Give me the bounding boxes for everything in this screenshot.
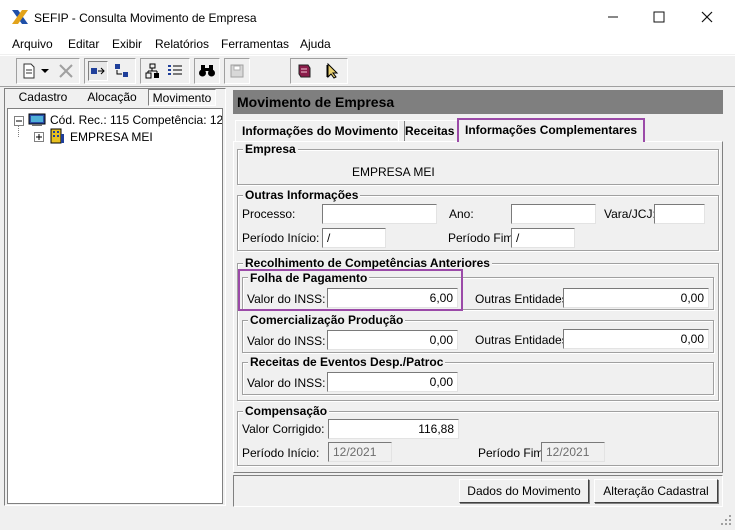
processo-label: Processo: (242, 207, 296, 221)
vara-label: Vara/JCJ: (604, 207, 656, 221)
periodo-fim-field[interactable]: / (511, 228, 575, 248)
empresa-name: EMPRESA MEI (352, 165, 435, 179)
alteracao-cadastral-button[interactable]: Alteração Cadastral (594, 479, 718, 503)
minimize-icon[interactable] (590, 0, 636, 34)
binoculars-icon[interactable] (197, 61, 217, 81)
tab-receitas[interactable]: Receitas (398, 120, 462, 141)
comercializacao-valor-inss-field[interactable]: 0,00 (327, 330, 458, 350)
move-right-icon[interactable] (88, 61, 108, 81)
compensacao-periodo-inicio-label: Período Início: (242, 446, 320, 460)
folha-valor-inss-label: Valor do INSS: (247, 292, 326, 306)
tab-informacoes-movimento[interactable]: Informações do Movimento (235, 120, 406, 141)
book-icon[interactable] (294, 61, 314, 81)
periodo-fim-label: Período Fim: (448, 231, 517, 245)
dropdown-arrow-icon[interactable] (38, 61, 52, 81)
periodo-inicio-field[interactable]: / (322, 228, 386, 248)
receitas-eventos-valor-inss-label: Valor do INSS: (247, 376, 326, 390)
sefip-x-logo-icon (11, 9, 29, 25)
tab-cadastro[interactable]: Cadastro (12, 89, 74, 106)
compensacao-periodo-inicio-field[interactable]: 12/2021 (328, 442, 392, 462)
periodo-inicio-label: Período Início: (242, 231, 320, 245)
resize-grip-icon[interactable] (720, 514, 732, 529)
folha-outras-label: Outras Entidades: (475, 292, 572, 306)
menu-arquivo[interactable]: Arquivo (12, 37, 53, 51)
receitas-eventos-label: Receitas de Eventos Desp./Patroc (248, 355, 446, 369)
tab-alocacao[interactable]: Alocação (79, 89, 145, 106)
page-title: Movimento de Empresa (237, 94, 395, 110)
tree-child-label[interactable]: EMPRESA MEI (70, 130, 153, 144)
menu-ajuda[interactable]: Ajuda (300, 37, 331, 51)
valor-corrigido-label: Valor Corrigido: (242, 422, 325, 436)
building-icon (49, 128, 65, 147)
window-title: SEFIP - Consulta Movimento de Empresa (34, 11, 257, 25)
compensacao-periodo-fim-field[interactable]: 12/2021 (541, 442, 605, 462)
tab-movimento[interactable]: Movimento (148, 89, 216, 106)
delete-x-icon[interactable] (56, 61, 76, 81)
disk-icon[interactable] (227, 61, 247, 81)
ano-field[interactable] (511, 204, 596, 224)
close-icon[interactable] (684, 0, 730, 34)
menu-ferramentas[interactable]: Ferramentas (221, 37, 289, 51)
list-icon[interactable] (165, 61, 185, 81)
menu-relatorios[interactable]: Relatórios (155, 37, 209, 51)
menu-editar[interactable]: Editar (68, 37, 99, 51)
menu-exibir[interactable]: Exibir (112, 37, 142, 51)
folha-valor-inss-field[interactable]: 6,00 (327, 288, 458, 308)
collapse-icon[interactable] (14, 115, 24, 129)
cursor-icon[interactable] (322, 61, 342, 81)
valor-corrigido-field[interactable]: 116,88 (328, 419, 459, 439)
folha-outras-field[interactable]: 0,00 (563, 288, 709, 308)
computer-icon (28, 113, 46, 130)
folha-label: Folha de Pagamento (248, 271, 370, 285)
menu-bar (0, 34, 735, 54)
maximize-icon[interactable] (636, 0, 682, 34)
vara-field[interactable] (654, 204, 705, 224)
recolhimento-label: Recolhimento de Competências Anteriores (243, 256, 492, 270)
hierarchy-icon[interactable] (143, 61, 163, 81)
receitas-eventos-valor-inss-field[interactable]: 0,00 (327, 372, 458, 392)
tab-informacoes-complementares[interactable]: Informações Complementares (457, 118, 646, 142)
tree-view[interactable]: Cód. Rec.: 115 Competência: 12/2021 EMPR… (7, 108, 223, 504)
new-document-icon[interactable] (19, 61, 39, 81)
expand-icon[interactable] (34, 131, 44, 145)
outras-informacoes-label: Outras Informações (243, 188, 361, 202)
compensacao-periodo-fim-label: Período Fim: (478, 446, 547, 460)
ano-label: Ano: (449, 207, 474, 221)
comercializacao-valor-inss-label: Valor do INSS: (247, 334, 326, 348)
processo-field[interactable] (322, 204, 437, 224)
status-bar (0, 512, 735, 530)
compensacao-label: Compensação (243, 404, 330, 418)
tree-root-label[interactable]: Cód. Rec.: 115 Competência: 12/2021 (50, 113, 222, 127)
empresa-group (237, 149, 719, 185)
comercializacao-outras-field[interactable]: 0,00 (563, 329, 709, 349)
dados-movimento-button[interactable]: Dados do Movimento (459, 479, 589, 503)
tree-move-icon[interactable] (112, 61, 132, 81)
comercializacao-label: Comercialização Produção (248, 313, 406, 327)
empresa-group-label: Empresa (243, 142, 298, 156)
tree-line (18, 125, 19, 137)
comercializacao-outras-label: Outras Entidades: (475, 333, 572, 347)
